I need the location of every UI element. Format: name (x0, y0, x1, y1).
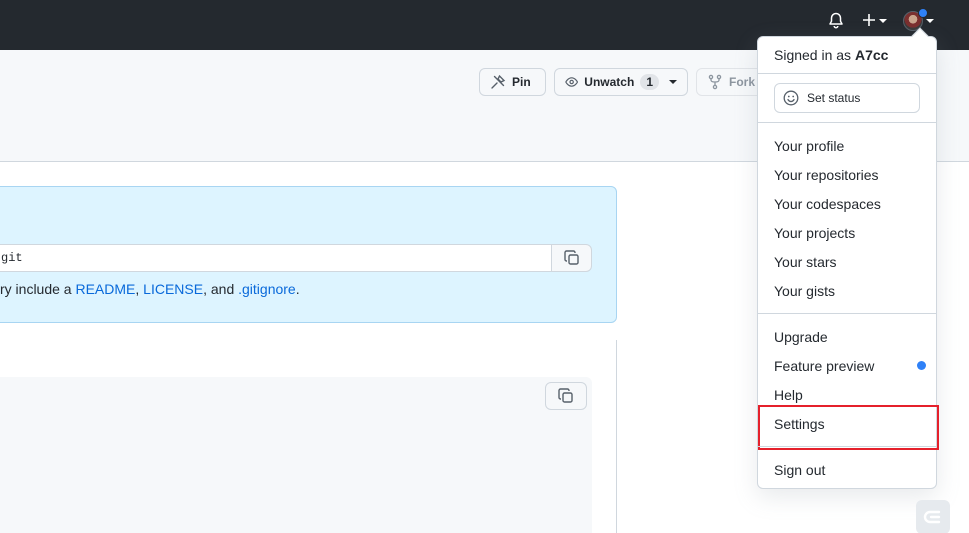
signed-in-label: Signed in as A7cc (774, 47, 888, 63)
setup-text-prefix: ry include a (0, 281, 76, 297)
menu-divider (758, 446, 936, 447)
username: A7cc (854, 47, 889, 63)
status-dot (918, 8, 928, 18)
copy-code-button[interactable] (545, 382, 587, 410)
unwatch-button[interactable]: Unwatch 1 (554, 68, 688, 96)
eye-icon (565, 77, 579, 87)
menu-item-your-codespaces[interactable]: Your codespaces (774, 194, 881, 214)
create-new-button[interactable] (862, 10, 890, 32)
setup-and: , and (203, 281, 239, 297)
readme-link[interactable]: README (75, 281, 135, 297)
unwatch-label: Unwatch (584, 75, 635, 89)
settings-highlight-box (758, 405, 939, 450)
license-link[interactable]: LICENSE (143, 281, 203, 297)
fork-icon (708, 74, 722, 90)
copy-icon (558, 388, 573, 403)
extension-icon[interactable] (916, 500, 950, 533)
menu-item-your-profile[interactable]: Your profile (774, 136, 844, 156)
setup-period: . (295, 281, 300, 297)
menu-item-your-stars[interactable]: Your stars (774, 252, 837, 272)
feature-preview-dot (917, 361, 926, 370)
fork-label: Fork (729, 75, 756, 89)
watch-count: 1 (640, 74, 659, 90)
code-snippet-box (0, 377, 592, 533)
menu-item-your-repositories[interactable]: Your repositories (774, 165, 879, 185)
menu-divider (758, 73, 936, 74)
plus-icon (862, 13, 876, 30)
bell-icon[interactable] (828, 10, 848, 32)
setup-comma: , (135, 281, 144, 297)
pin-icon (491, 74, 506, 89)
menu-divider (758, 122, 936, 123)
pin-button[interactable]: Pin (479, 68, 546, 96)
clone-url-input[interactable]: git (0, 244, 552, 272)
menu-item-upgrade[interactable]: Upgrade (774, 327, 828, 347)
pin-label: Pin (512, 75, 531, 89)
set-status-button[interactable]: Set status (774, 83, 920, 113)
chevron-down-icon (926, 19, 934, 23)
chevron-down-icon (669, 80, 677, 84)
setup-recommendation: ry include a README, LICENSE, and .gitig… (0, 281, 300, 297)
menu-item-your-projects[interactable]: Your projects (774, 223, 855, 243)
menu-item-help[interactable]: Help (774, 385, 803, 405)
content-border (616, 340, 617, 533)
menu-item-sign-out[interactable]: Sign out (774, 460, 825, 480)
gitignore-link[interactable]: .gitignore (238, 281, 296, 297)
copy-url-button[interactable] (551, 244, 592, 272)
set-status-label: Set status (807, 91, 861, 105)
clone-url-text: git (1, 251, 23, 265)
smiley-icon (783, 90, 799, 106)
menu-item-feature-preview[interactable]: Feature preview (774, 356, 874, 376)
menu-divider (758, 313, 936, 314)
menu-item-your-gists[interactable]: Your gists (774, 281, 835, 301)
chevron-down-icon (879, 19, 887, 23)
signed-in-prefix: Signed in as (774, 47, 855, 63)
copy-icon (563, 250, 579, 265)
